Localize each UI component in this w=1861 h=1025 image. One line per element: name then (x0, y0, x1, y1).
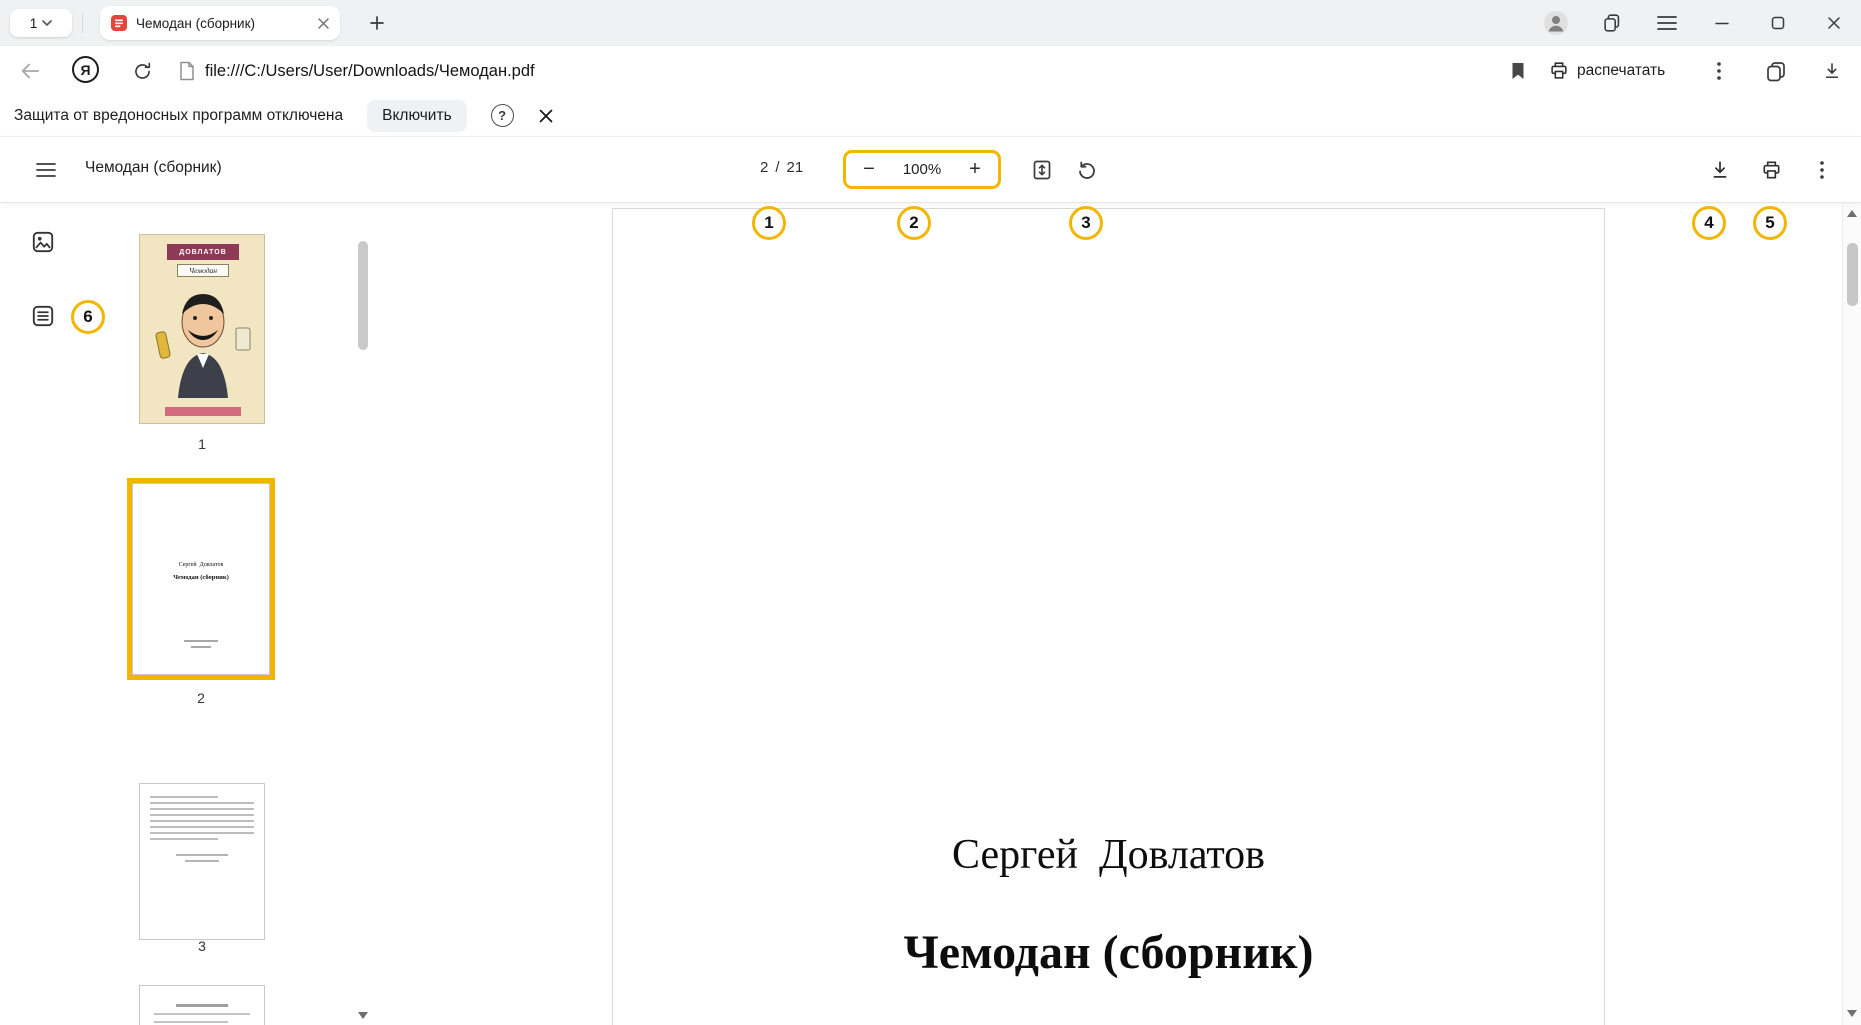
thumb2-author-text: Сергей Довлатов (133, 562, 269, 568)
scroll-up-icon[interactable] (1847, 210, 1857, 217)
url-text: file:///C:/Users/User/Downloads/Чемодан.… (205, 62, 535, 81)
cover-caricature-illustration (150, 280, 256, 398)
thumbnails-scrollbar-thumb[interactable] (358, 241, 368, 350)
downloads-icon[interactable] (1818, 57, 1846, 85)
cover-title-text: Чемодан (189, 266, 217, 275)
download-pdf-icon[interactable] (1706, 156, 1734, 184)
side-panels-icon[interactable] (1762, 57, 1790, 85)
yandex-logo-letter: Я (80, 62, 90, 78)
browser-tab[interactable]: Чемодан (сборник) (100, 6, 340, 40)
print-page-button[interactable]: распечатать (1548, 55, 1665, 87)
collections-icon[interactable] (1599, 10, 1625, 36)
zoom-out-button[interactable]: − (857, 157, 881, 183)
main-scrollbar[interactable] (1842, 202, 1861, 1025)
current-page: 2 (760, 159, 768, 176)
tab-title: Чемодан (сборник) (136, 16, 309, 31)
window-minimize-button[interactable] (1709, 10, 1735, 36)
thumb2-title-text: Чемодан (сборник) (133, 574, 269, 581)
page-icon (178, 61, 196, 81)
yandex-logo[interactable]: Я (72, 56, 99, 83)
page4-text-placeholder (140, 1004, 264, 1023)
annotation-marker-4: 4 (1692, 206, 1726, 240)
browser-menu-icon[interactable] (1654, 10, 1680, 36)
cover-publisher-box: ДОВЛАТОВ (167, 244, 239, 260)
rotate-icon[interactable] (1073, 156, 1101, 184)
kebab-menu-icon[interactable] (1705, 57, 1733, 85)
thumbnails-scroll-down-icon[interactable] (358, 1012, 368, 1019)
printer-icon (1548, 60, 1570, 82)
annotation-marker-1: 1 (752, 206, 786, 240)
thumbnail-page-2-selected[interactable]: Сергей Довлатов Чемодан (сборник) (127, 478, 275, 680)
thumb2-year-line (191, 646, 211, 648)
thumbnail-label-3: 3 (139, 938, 265, 954)
thumbnail-page-4[interactable] (139, 985, 265, 1025)
url-field[interactable]: file:///C:/Users/User/Downloads/Чемодан.… (178, 54, 535, 88)
annotation-marker-5: 5 (1753, 206, 1787, 240)
address-bar: Я file:///C:/Users/User/Downloads/Чемода… (0, 46, 1861, 95)
cover-title-box: Чемодан (177, 264, 229, 277)
page-title-text: Чемодан (сборник) (613, 925, 1604, 980)
page-indicator[interactable]: 2 / 21 (760, 159, 803, 176)
thumbnail-page-3[interactable] (139, 783, 265, 940)
tab-close-icon[interactable] (317, 17, 330, 30)
pdf-viewer-toolbar: Чемодан (сборник) 2 / 21 − 100% + (0, 137, 1861, 202)
main-scrollbar-thumb[interactable] (1847, 243, 1858, 306)
thumbnail-label-1: 1 (139, 436, 265, 452)
thumbnails-scrollbar[interactable] (356, 206, 370, 1021)
protection-warning-bar: Защита от вредоносных программ отключена… (0, 95, 1861, 137)
thumb2-imprint-line (184, 640, 218, 642)
cover-bottom-strip (165, 407, 241, 416)
warning-message: Защита от вредоносных программ отключена (14, 107, 343, 125)
page-separator: / (775, 159, 779, 176)
zoom-controls-highlighted: − 100% + (843, 150, 1001, 189)
pdf-more-options-icon[interactable] (1808, 156, 1836, 184)
window-close-button[interactable] (1821, 10, 1847, 36)
cover-publisher-text: ДОВЛАТОВ (179, 249, 227, 256)
total-pages: 21 (787, 159, 804, 176)
zoom-level: 100% (903, 161, 941, 178)
reload-icon[interactable] (128, 57, 156, 85)
pdf-file-icon (110, 14, 128, 32)
chevron-down-icon (42, 20, 52, 26)
new-tab-button[interactable] (364, 10, 390, 36)
scroll-down-icon[interactable] (1847, 1010, 1857, 1017)
tab-counter-button[interactable]: 1 (10, 9, 72, 37)
enable-protection-button[interactable]: Включить (367, 100, 467, 132)
annotation-marker-6: 6 (71, 300, 105, 334)
pdf-content-area: ДОВЛАТОВ Чемодан 1 Сергей Довлатов Чемод… (0, 202, 1861, 1025)
zoom-in-button[interactable]: + (963, 157, 987, 183)
tab-counter-value: 1 (30, 15, 38, 31)
window-maximize-button[interactable] (1765, 10, 1791, 36)
page3-text-placeholder (140, 784, 264, 862)
profile-avatar[interactable] (1543, 10, 1569, 36)
thumbnail-page-1[interactable]: ДОВЛАТОВ Чемодан (139, 234, 265, 424)
annotation-marker-3: 3 (1069, 206, 1103, 240)
thumbnails-view-button[interactable] (26, 225, 60, 259)
thumbnail-page-2-content: Сергей Довлатов Чемодан (сборник) (132, 483, 270, 675)
help-icon[interactable]: ? (491, 104, 514, 127)
pdf-document-title: Чемодан (сборник) (85, 159, 222, 177)
bookmark-icon[interactable] (1504, 57, 1532, 85)
page-author-text: Сергей Довлатов (613, 831, 1604, 879)
thumbnail-label-2: 2 (138, 690, 264, 706)
print-pdf-icon[interactable] (1757, 156, 1785, 184)
pdf-page-2: Сергей Довлатов Чемодан (сборник) (612, 208, 1605, 1025)
pdf-sidebar-toggle-icon[interactable] (32, 156, 60, 184)
outline-view-button[interactable] (26, 299, 60, 333)
print-label: распечатать (1577, 62, 1665, 80)
tab-bar-divider (82, 13, 83, 33)
warning-close-icon[interactable] (534, 104, 558, 128)
browser-tab-bar: 1 Чемодан (сборник) (0, 0, 1861, 46)
back-icon[interactable] (16, 57, 44, 85)
fit-to-page-icon[interactable] (1028, 156, 1056, 184)
annotation-marker-2: 2 (897, 206, 931, 240)
help-symbol: ? (498, 108, 506, 123)
